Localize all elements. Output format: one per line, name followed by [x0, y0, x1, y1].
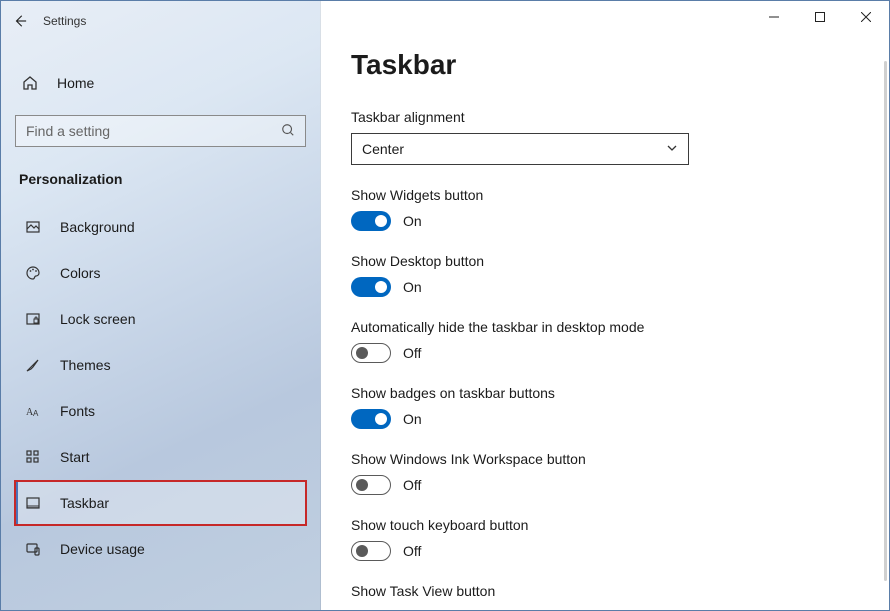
sidebar-item-lockscreen[interactable]: Lock screen [15, 297, 306, 341]
sidebar-item-fonts[interactable]: AA Fonts [15, 389, 306, 433]
nav-list: Background Colors Lock screen Themes AA … [15, 205, 306, 571]
back-icon[interactable] [13, 14, 27, 28]
minimize-button[interactable] [751, 1, 797, 33]
toggle-label: Show Desktop button [351, 253, 859, 269]
dropdown-value: Center [362, 141, 404, 157]
toggle-label: Show Widgets button [351, 187, 859, 203]
sidebar-item-label: Colors [60, 265, 100, 281]
section-title: Personalization [19, 171, 306, 187]
brush-icon [24, 357, 42, 373]
sidebar-item-label: Taskbar [60, 495, 109, 511]
alignment-dropdown[interactable]: Center [351, 133, 689, 165]
toggle-state: On [403, 411, 422, 427]
toggle-state: On [403, 279, 422, 295]
sidebar-item-label: Themes [60, 357, 111, 373]
toggle-label: Show Windows Ink Workspace button [351, 451, 859, 467]
toggle-label: Show Task View button [351, 583, 859, 599]
main-content: Taskbar Taskbar alignment Center Show Wi… [321, 1, 889, 610]
sidebar-item-label: Background [60, 219, 135, 235]
toggle-switch[interactable] [351, 409, 391, 429]
toggle-label: Automatically hide the taskbar in deskto… [351, 319, 859, 335]
toggle-label: Show touch keyboard button [351, 517, 859, 533]
toggle-state: Off [403, 345, 421, 361]
app-title: Settings [43, 14, 86, 28]
toggle-setting: Show touch keyboard button Off [351, 517, 859, 561]
toggle-switch[interactable] [351, 475, 391, 495]
chevron-down-icon [666, 141, 678, 157]
sidebar-item-start[interactable]: Start [15, 435, 306, 479]
toggle-state: Off [403, 477, 421, 493]
palette-icon [24, 265, 42, 281]
toggle-switch[interactable] [351, 343, 391, 363]
toggle-switch[interactable] [351, 277, 391, 297]
settings-sidebar: Settings Home Personalization Background [1, 1, 321, 610]
sidebar-item-deviceusage[interactable]: Device usage [15, 527, 306, 571]
picture-icon [24, 219, 42, 235]
sidebar-item-label: Start [60, 449, 90, 465]
toggle-setting: Show badges on taskbar buttons On [351, 385, 859, 429]
sidebar-item-label: Fonts [60, 403, 95, 419]
sidebar-item-taskbar[interactable]: Taskbar [15, 481, 306, 525]
toggle-setting: Show Widgets button On [351, 187, 859, 231]
toggle-switch[interactable] [351, 541, 391, 561]
toggle-switch[interactable] [351, 211, 391, 231]
search-input[interactable] [26, 123, 281, 139]
grid-icon [24, 449, 42, 465]
toggle-setting: Show Desktop button On [351, 253, 859, 297]
alignment-label: Taskbar alignment [351, 109, 859, 125]
scrollbar[interactable] [884, 61, 887, 581]
sidebar-item-themes[interactable]: Themes [15, 343, 306, 387]
window-controls [751, 1, 889, 33]
toggle-state: On [403, 213, 422, 229]
sidebar-item-colors[interactable]: Colors [15, 251, 306, 295]
toggle-setting: Show Task View button [351, 583, 859, 599]
sidebar-item-background[interactable]: Background [15, 205, 306, 249]
search-icon [281, 123, 295, 140]
home-label: Home [57, 75, 94, 91]
toggle-state: Off [403, 543, 421, 559]
fonts-icon: AA [24, 403, 42, 419]
device-icon [24, 541, 42, 557]
svg-text:A: A [33, 409, 39, 418]
toggle-setting: Show Windows Ink Workspace button Off [351, 451, 859, 495]
home-icon [21, 75, 39, 91]
toggle-setting: Automatically hide the taskbar in deskto… [351, 319, 859, 363]
toggle-label: Show badges on taskbar buttons [351, 385, 859, 401]
close-button[interactable] [843, 1, 889, 33]
sidebar-item-label: Device usage [60, 541, 145, 557]
page-title: Taskbar [351, 49, 859, 81]
lock-icon [24, 311, 42, 327]
sidebar-item-home[interactable]: Home [15, 65, 306, 101]
search-box[interactable] [15, 115, 306, 147]
taskbar-icon [24, 495, 42, 511]
maximize-button[interactable] [797, 1, 843, 33]
sidebar-item-label: Lock screen [60, 311, 135, 327]
titlebar: Settings [1, 1, 320, 41]
